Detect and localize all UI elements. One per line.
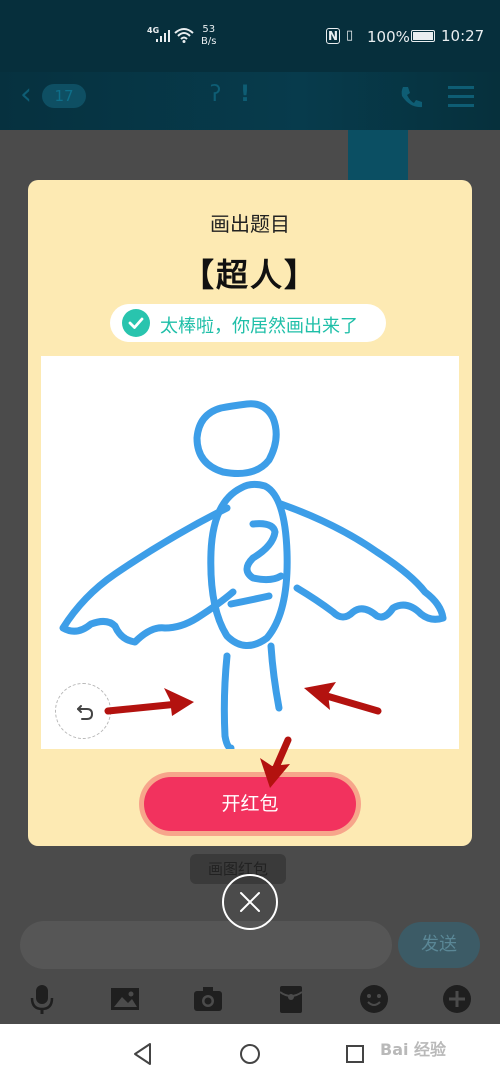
- back-icon[interactable]: [132, 1042, 154, 1066]
- drawing-result-dialog: 画出题目 【超人】 太棒啦，你居然画出来了 开红包: [28, 180, 472, 846]
- send-button[interactable]: 发送: [398, 922, 480, 968]
- ear-icon: ʔ: [210, 82, 222, 107]
- message-input[interactable]: [20, 921, 392, 969]
- network-speed: 53 B/s: [201, 24, 217, 47]
- drawing-canvas[interactable]: [41, 356, 459, 749]
- red-packet-icon[interactable]: [275, 983, 307, 1015]
- mic-icon[interactable]: [26, 983, 58, 1015]
- vibrate-icon: ▯: [346, 28, 354, 43]
- close-icon: [240, 892, 260, 912]
- drawing-topic: 【超人】: [181, 256, 318, 294]
- home-icon[interactable]: [240, 1044, 260, 1064]
- signal-icon: [156, 30, 170, 42]
- chat-header: ‹ 17 ʔ !: [0, 72, 500, 130]
- undo-icon: [77, 705, 94, 720]
- close-dialog-button[interactable]: [222, 874, 278, 930]
- unread-count-badge[interactable]: 17: [42, 84, 86, 108]
- chevron-left-icon[interactable]: ‹: [20, 80, 32, 110]
- plus-icon[interactable]: [441, 983, 473, 1015]
- wifi-icon: [174, 28, 194, 43]
- dialog-title: 画出题目: [210, 212, 290, 236]
- watermark-logo: Bai 经验: [380, 1040, 447, 1059]
- nfc-icon: N: [326, 28, 340, 44]
- status-bar: 4G 53 B/s N ▯ 100% 10:27: [0, 0, 500, 72]
- superman-drawing: [59, 400, 447, 749]
- exclamation-icon: !: [240, 82, 251, 107]
- clock: 10:27: [441, 27, 485, 45]
- open-red-packet-button[interactable]: 开红包: [144, 777, 356, 831]
- emoji-icon[interactable]: [358, 983, 390, 1015]
- menu-icon[interactable]: [448, 84, 474, 108]
- battery-icon: [411, 30, 435, 42]
- recent-apps-icon[interactable]: [346, 1045, 364, 1063]
- battery-percent: 100%: [367, 28, 410, 46]
- phone-icon[interactable]: [398, 84, 424, 110]
- success-message: 太棒啦，你居然画出来了: [110, 304, 386, 342]
- image-icon[interactable]: [109, 983, 141, 1015]
- success-text: 太棒啦，你居然画出来了: [160, 316, 358, 337]
- camera-icon[interactable]: [192, 983, 224, 1015]
- undo-button[interactable]: [55, 683, 111, 739]
- check-icon: [122, 309, 150, 337]
